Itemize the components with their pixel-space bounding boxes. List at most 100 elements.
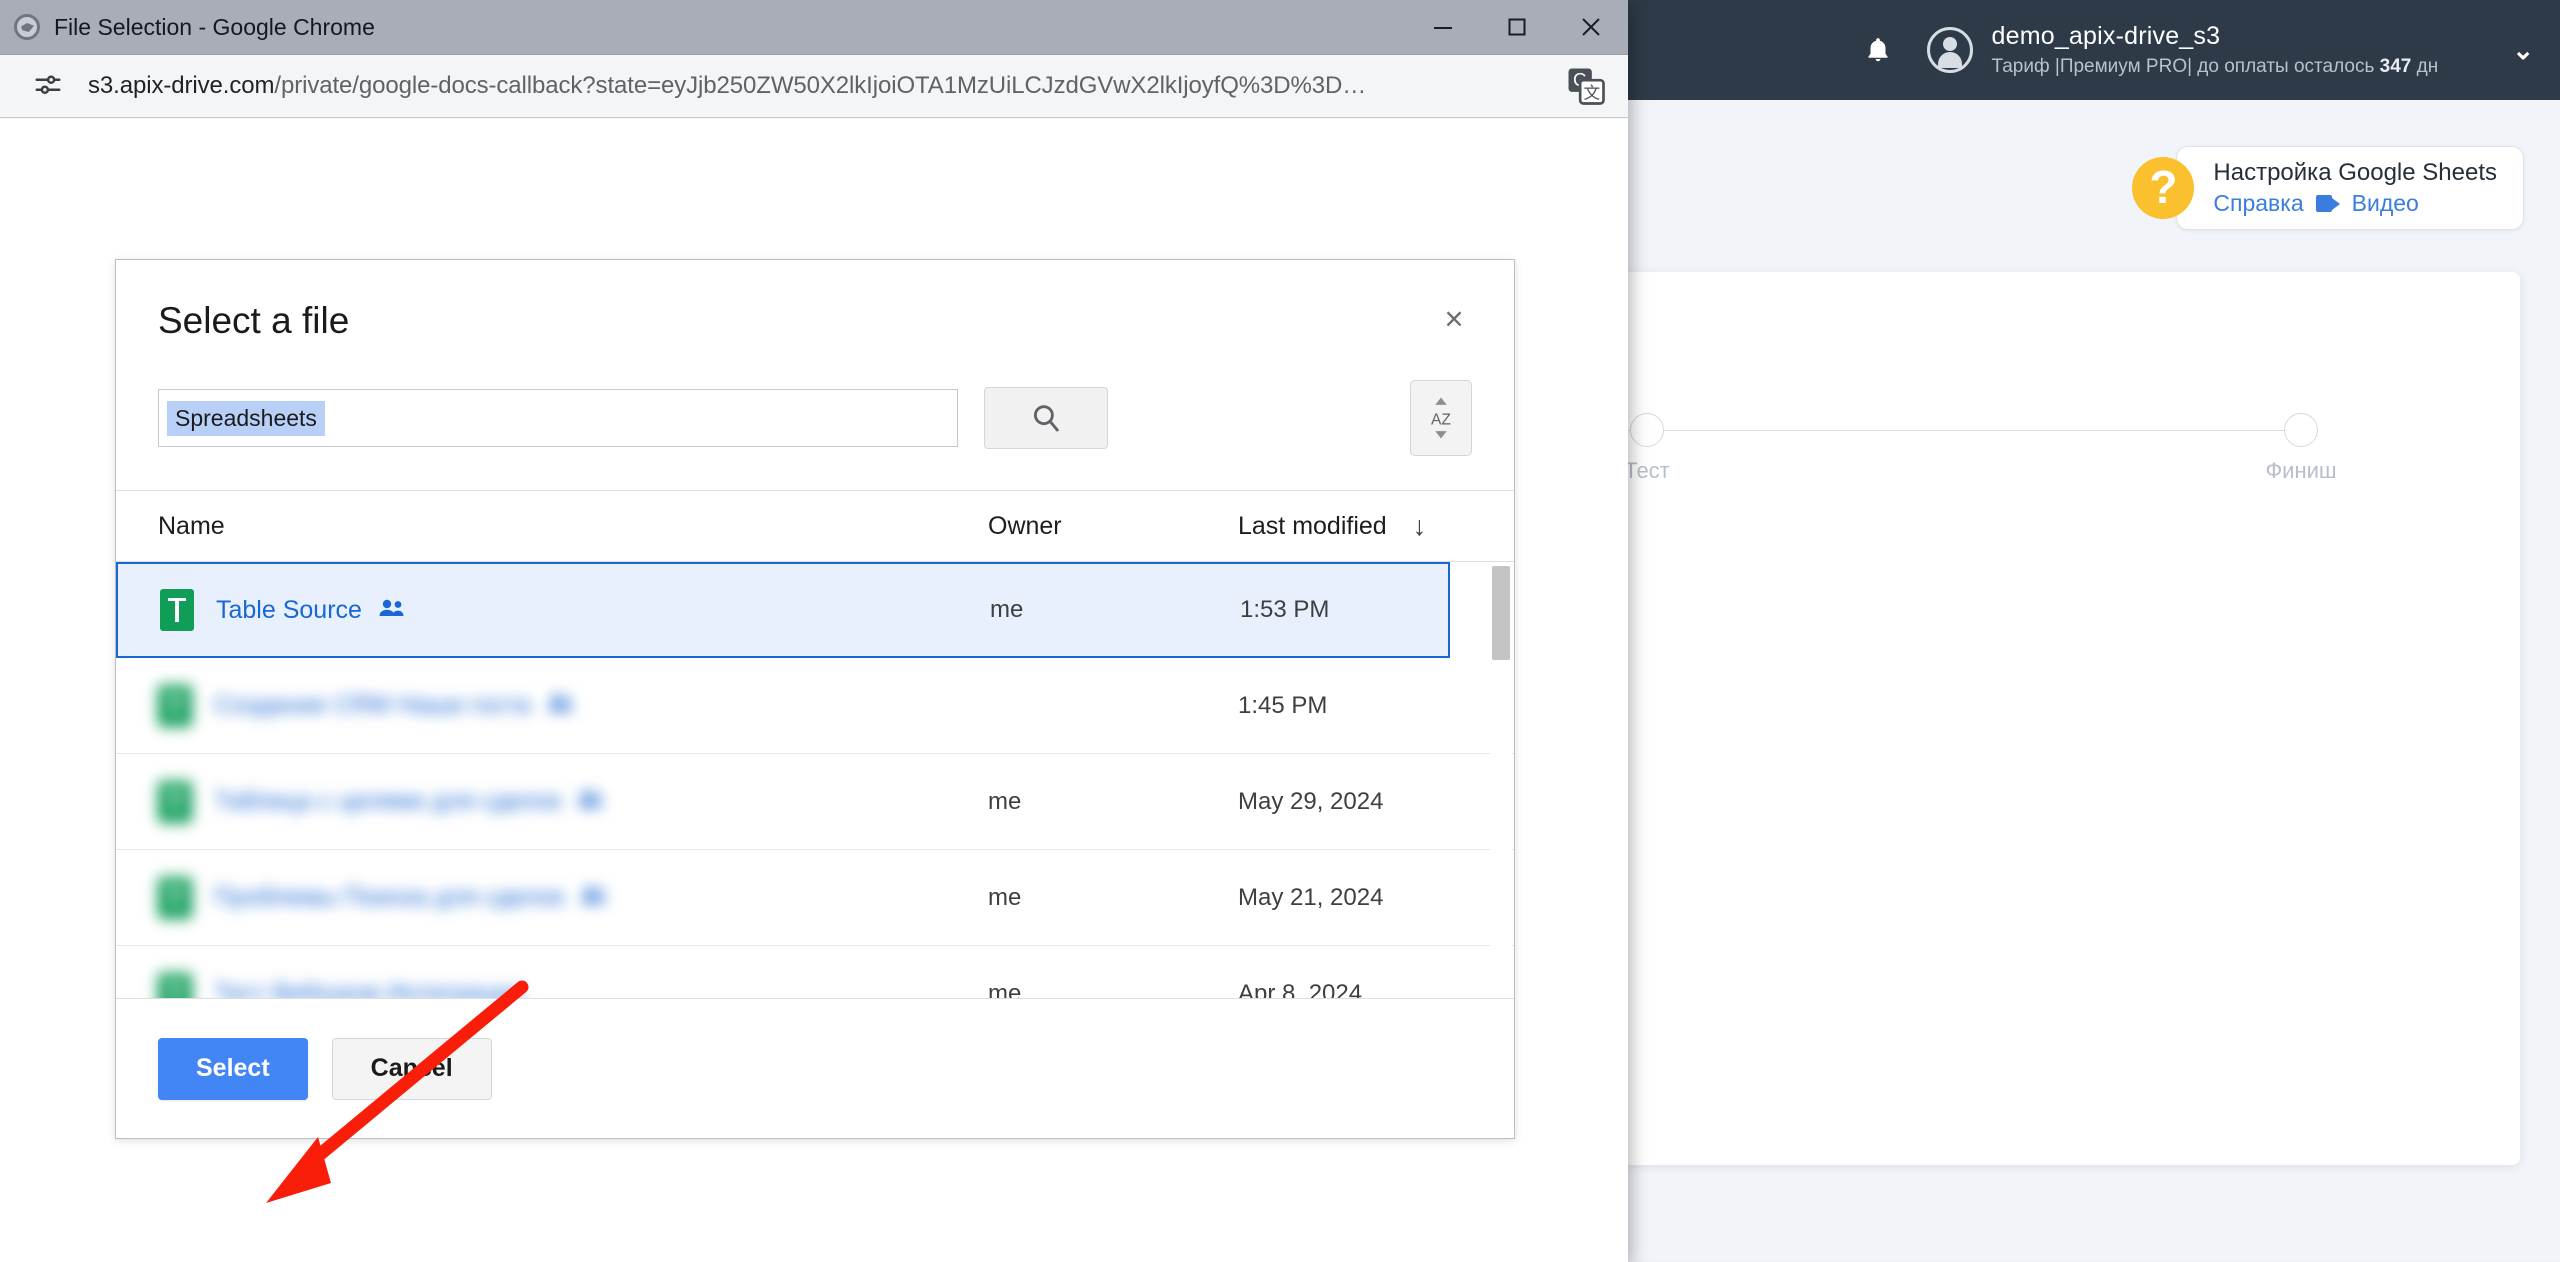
dialog-title: Select a file (158, 300, 1472, 342)
file-owner: me (988, 980, 1238, 999)
file-name[interactable]: Table Source (216, 596, 362, 625)
file-name[interactable]: Создание CRM Наши госта (214, 691, 531, 720)
google-sheets-icon (158, 973, 192, 999)
file-last-modified: Apr 8, 2024 (1238, 980, 1472, 999)
url-host: s3.apix-drive.com (88, 72, 274, 99)
search-icon (1029, 401, 1063, 435)
help-video-link[interactable]: Видео (2352, 190, 2419, 217)
file-owner: me (988, 788, 1238, 816)
select-button[interactable]: Select (158, 1038, 308, 1100)
step-dot-icon (2284, 413, 2318, 447)
maximize-icon (1504, 14, 1530, 40)
notifications-button[interactable] (1863, 34, 1893, 66)
close-dialog-button[interactable]: × (1434, 302, 1474, 342)
window-controls (1406, 0, 1628, 55)
step-dot-icon (1630, 413, 1664, 447)
table-row[interactable]: Table Source me 1:53 PM (116, 562, 1450, 658)
file-list-scrollbar[interactable] (1490, 562, 1512, 998)
minimize-icon (1430, 14, 1456, 40)
chrome-globe-icon (14, 14, 40, 40)
help-links: Справка Видео (2213, 190, 2497, 217)
google-sheets-icon (160, 589, 194, 631)
file-list-header: Name Owner Last modified ↓ (116, 490, 1514, 562)
user-account-menu[interactable]: demo_apix-drive_s3 Тариф |Премиум PRO| д… (1927, 21, 2534, 79)
dialog-footer: Select Cancel (116, 998, 1514, 1138)
table-row[interactable]: Таблица с целями для сделок me May 29, 2… (116, 754, 1514, 850)
maximize-button[interactable] (1480, 0, 1554, 55)
file-last-modified: 1:53 PM (1240, 596, 1406, 624)
user-plan-status: Тариф |Премиум PRO| до оплаты осталось 3… (1991, 55, 2438, 79)
file-owner: me (988, 884, 1238, 912)
chevron-down-icon[interactable]: ⌄ (2512, 37, 2534, 63)
file-name-cell: Таблица с целями для сделок (158, 781, 988, 823)
bell-icon (1863, 34, 1893, 66)
chrome-titlebar[interactable]: File Selection - Google Chrome (0, 0, 1628, 55)
google-sheets-icon (158, 781, 192, 823)
scrollbar-thumb[interactable] (1492, 566, 1510, 660)
svg-text:AZ: AZ (1431, 412, 1451, 429)
file-owner: me (990, 596, 1240, 624)
minimize-button[interactable] (1406, 0, 1480, 55)
search-button[interactable] (984, 387, 1108, 449)
table-row[interactable]: Создание CRM Наши госта 1:45 PM (116, 658, 1514, 754)
user-name: demo_apix-drive_s3 (1991, 21, 2438, 52)
file-last-modified: 1:45 PM (1238, 692, 1472, 720)
column-header-last-modified-label: Last modified (1238, 512, 1387, 541)
google-sheets-icon (158, 877, 192, 919)
chrome-viewport: Select a file × Spreadsheets AZ (0, 119, 1628, 1262)
video-camera-icon (2316, 195, 2340, 212)
google-translate-icon[interactable]: G 文 (1566, 66, 1606, 106)
google-sheets-icon (158, 685, 192, 727)
sort-descending-icon: ↓ (1413, 513, 1427, 540)
column-header-name[interactable]: Name (158, 512, 988, 541)
file-name[interactable]: Προблемы Поиска для сделок (214, 883, 564, 912)
help-card: Настройка Google Sheets Справка Видео (2176, 146, 2524, 230)
shared-people-icon (378, 598, 406, 623)
sort-az-icon: AZ (1421, 395, 1461, 441)
site-settings-icon[interactable] (22, 65, 74, 107)
file-name[interactable]: Тест Вебхуков Интеграции (214, 979, 523, 998)
step-label: Финиш (2226, 458, 2376, 484)
close-icon (1578, 14, 1604, 40)
file-last-modified: May 21, 2024 (1238, 884, 1472, 912)
shared-people-icon (547, 693, 575, 718)
url-text[interactable]: s3.apix-drive.com/private/google-docs-ca… (88, 72, 1550, 100)
file-name-cell: Тест Вебхуков Интеграции (158, 973, 988, 999)
stepper-step-finish[interactable]: Финиш (2226, 402, 2376, 492)
help-bubble: ? Настройка Google Sheets Справка Видео (2132, 146, 2524, 230)
window-title: File Selection - Google Chrome (54, 14, 1406, 41)
chrome-popup-window: File Selection - Google Chrome (0, 0, 1628, 1262)
plan-days: 347 (2380, 56, 2412, 77)
table-row[interactable]: Тест Вебхуков Интеграции me Apr 8, 2024 (116, 946, 1514, 998)
search-row: Spreadsheets AZ (116, 342, 1514, 490)
help-title: Настройка Google Sheets (2213, 159, 2497, 187)
shared-people-icon (577, 789, 605, 814)
plan-prefix: Тариф |Премиум PRO| до оплаты осталось (1991, 56, 2379, 77)
search-input[interactable]: Spreadsheets (158, 389, 958, 447)
column-header-last-modified[interactable]: Last modified ↓ (1238, 512, 1472, 541)
column-header-owner[interactable]: Owner (988, 512, 1238, 541)
file-last-modified: May 29, 2024 (1238, 788, 1472, 816)
close-window-button[interactable] (1554, 0, 1628, 55)
question-mark-icon: ? (2132, 157, 2194, 219)
sort-button[interactable]: AZ (1410, 380, 1472, 456)
dialog-header: Select a file × (116, 260, 1514, 342)
chrome-address-bar[interactable]: s3.apix-drive.com/private/google-docs-ca… (0, 55, 1628, 118)
file-list[interactable]: Table Source me 1:53 PM (116, 562, 1514, 998)
cancel-button[interactable]: Cancel (332, 1038, 492, 1100)
file-name-cell: Создание CRM Наши госта (158, 685, 988, 727)
table-row[interactable]: Προблемы Поиска для сделок me May 21, 20… (116, 850, 1514, 946)
file-name-cell: Προблемы Поиска для сделок (158, 877, 988, 919)
search-chip-spreadsheets[interactable]: Spreadsheets (167, 401, 325, 436)
svg-text:文: 文 (1584, 84, 1601, 103)
user-info: demo_apix-drive_s3 Тариф |Премиум PRO| д… (1991, 21, 2438, 79)
url-path: /private/google-docs-callback?state=eyJj… (274, 72, 1366, 99)
file-name[interactable]: Таблица с целями для сделок (214, 787, 561, 816)
tune-icon (33, 71, 63, 101)
shared-people-icon (580, 885, 608, 910)
plan-suffix: дн (2411, 56, 2438, 77)
file-name-cell: Table Source (160, 589, 990, 631)
help-reference-link[interactable]: Справка (2213, 190, 2303, 217)
select-file-dialog: Select a file × Spreadsheets AZ (115, 259, 1515, 1139)
user-avatar-icon (1927, 27, 1973, 73)
